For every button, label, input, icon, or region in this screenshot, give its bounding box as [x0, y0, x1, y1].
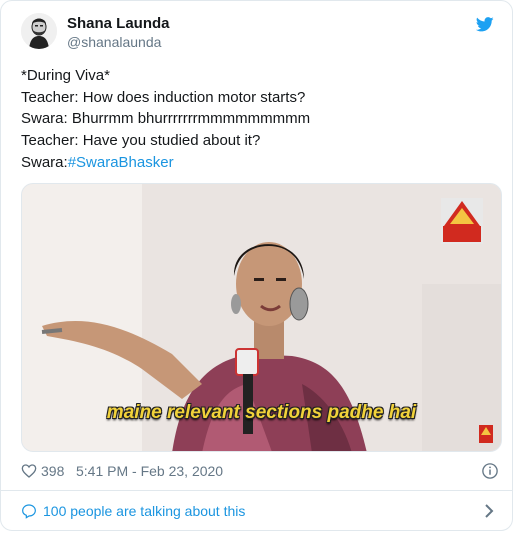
avatar[interactable]	[21, 13, 57, 49]
tweet-meta: 398 5:41 PM - Feb 23, 2020	[21, 461, 499, 481]
heart-icon[interactable]	[21, 463, 37, 479]
tweet-line: Teacher: How does induction motor starts…	[21, 88, 306, 106]
author-handle[interactable]: @shanalaunda	[67, 33, 170, 52]
abp-small-logo	[479, 425, 493, 443]
tweet-media[interactable]: maine relevant sections padhe hai	[21, 183, 502, 452]
abp-news-logo	[441, 198, 483, 244]
tweet-text: *During Viva* Teacher: How does inductio…	[21, 65, 491, 174]
conversation-text[interactable]: 100 people are talking about this	[43, 501, 245, 521]
speech-bubble-icon	[22, 504, 36, 519]
author-names[interactable]: Shana Launda @shanalaunda	[67, 14, 170, 52]
chevron-right-icon[interactable]	[483, 504, 495, 518]
like-count[interactable]: 398	[41, 461, 64, 481]
timestamp[interactable]: 5:41 PM - Feb 23, 2020	[76, 461, 223, 481]
twitter-bird-icon[interactable]	[476, 17, 494, 32]
tweet-line-prefix: Swara:	[21, 153, 68, 171]
tweet-line: Swara: Bhurrmm bhurrrrrrrmmmmmmmmm	[21, 110, 311, 128]
tweet-header: Shana Launda @shanalaunda	[21, 13, 498, 57]
tweet-line: *During Viva*	[21, 67, 110, 84]
tweet-line: Teacher: Have you studied about it?	[21, 132, 261, 150]
tweet-line: Swara:#SwaraBhasker	[21, 152, 491, 174]
hashtag-link[interactable]: #SwaraBhasker	[68, 154, 174, 171]
info-icon[interactable]	[481, 462, 499, 480]
author-name[interactable]: Shana Launda	[67, 14, 170, 33]
media-caption: maine relevant sections padhe hai	[106, 402, 417, 423]
tweet-card: Shana Launda @shanalaunda *During Viva* …	[0, 0, 513, 531]
divider	[1, 490, 512, 491]
conversation-link[interactable]: 100 people are talking about this	[21, 499, 499, 523]
